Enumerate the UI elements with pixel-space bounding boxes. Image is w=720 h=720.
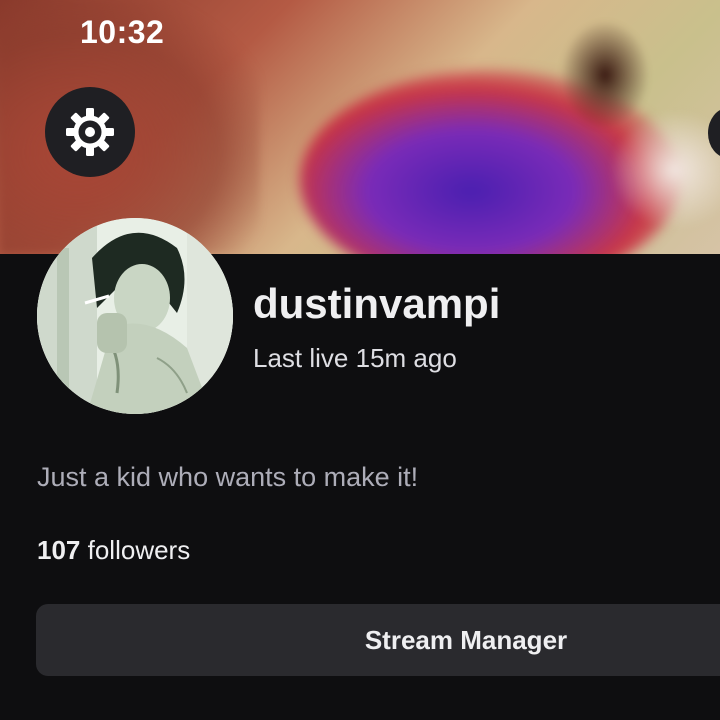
stream-manager-label: Stream Manager [364, 624, 568, 655]
avatar [37, 218, 233, 414]
gear-icon [66, 108, 114, 156]
followers-count[interactable]: 107 followers [37, 535, 190, 566]
followers-number: 107 [37, 535, 81, 565]
profile-bio: Just a kid who wants to make it! [37, 462, 419, 492]
status-bar-time: 10:32 [80, 14, 165, 50]
settings-button[interactable] [45, 87, 135, 177]
stream-manager-button[interactable]: Stream Manager [36, 604, 720, 676]
last-live-status: Last live 15m ago [253, 343, 457, 373]
followers-label: followers [87, 535, 191, 565]
username: dustinvampi [253, 280, 501, 327]
